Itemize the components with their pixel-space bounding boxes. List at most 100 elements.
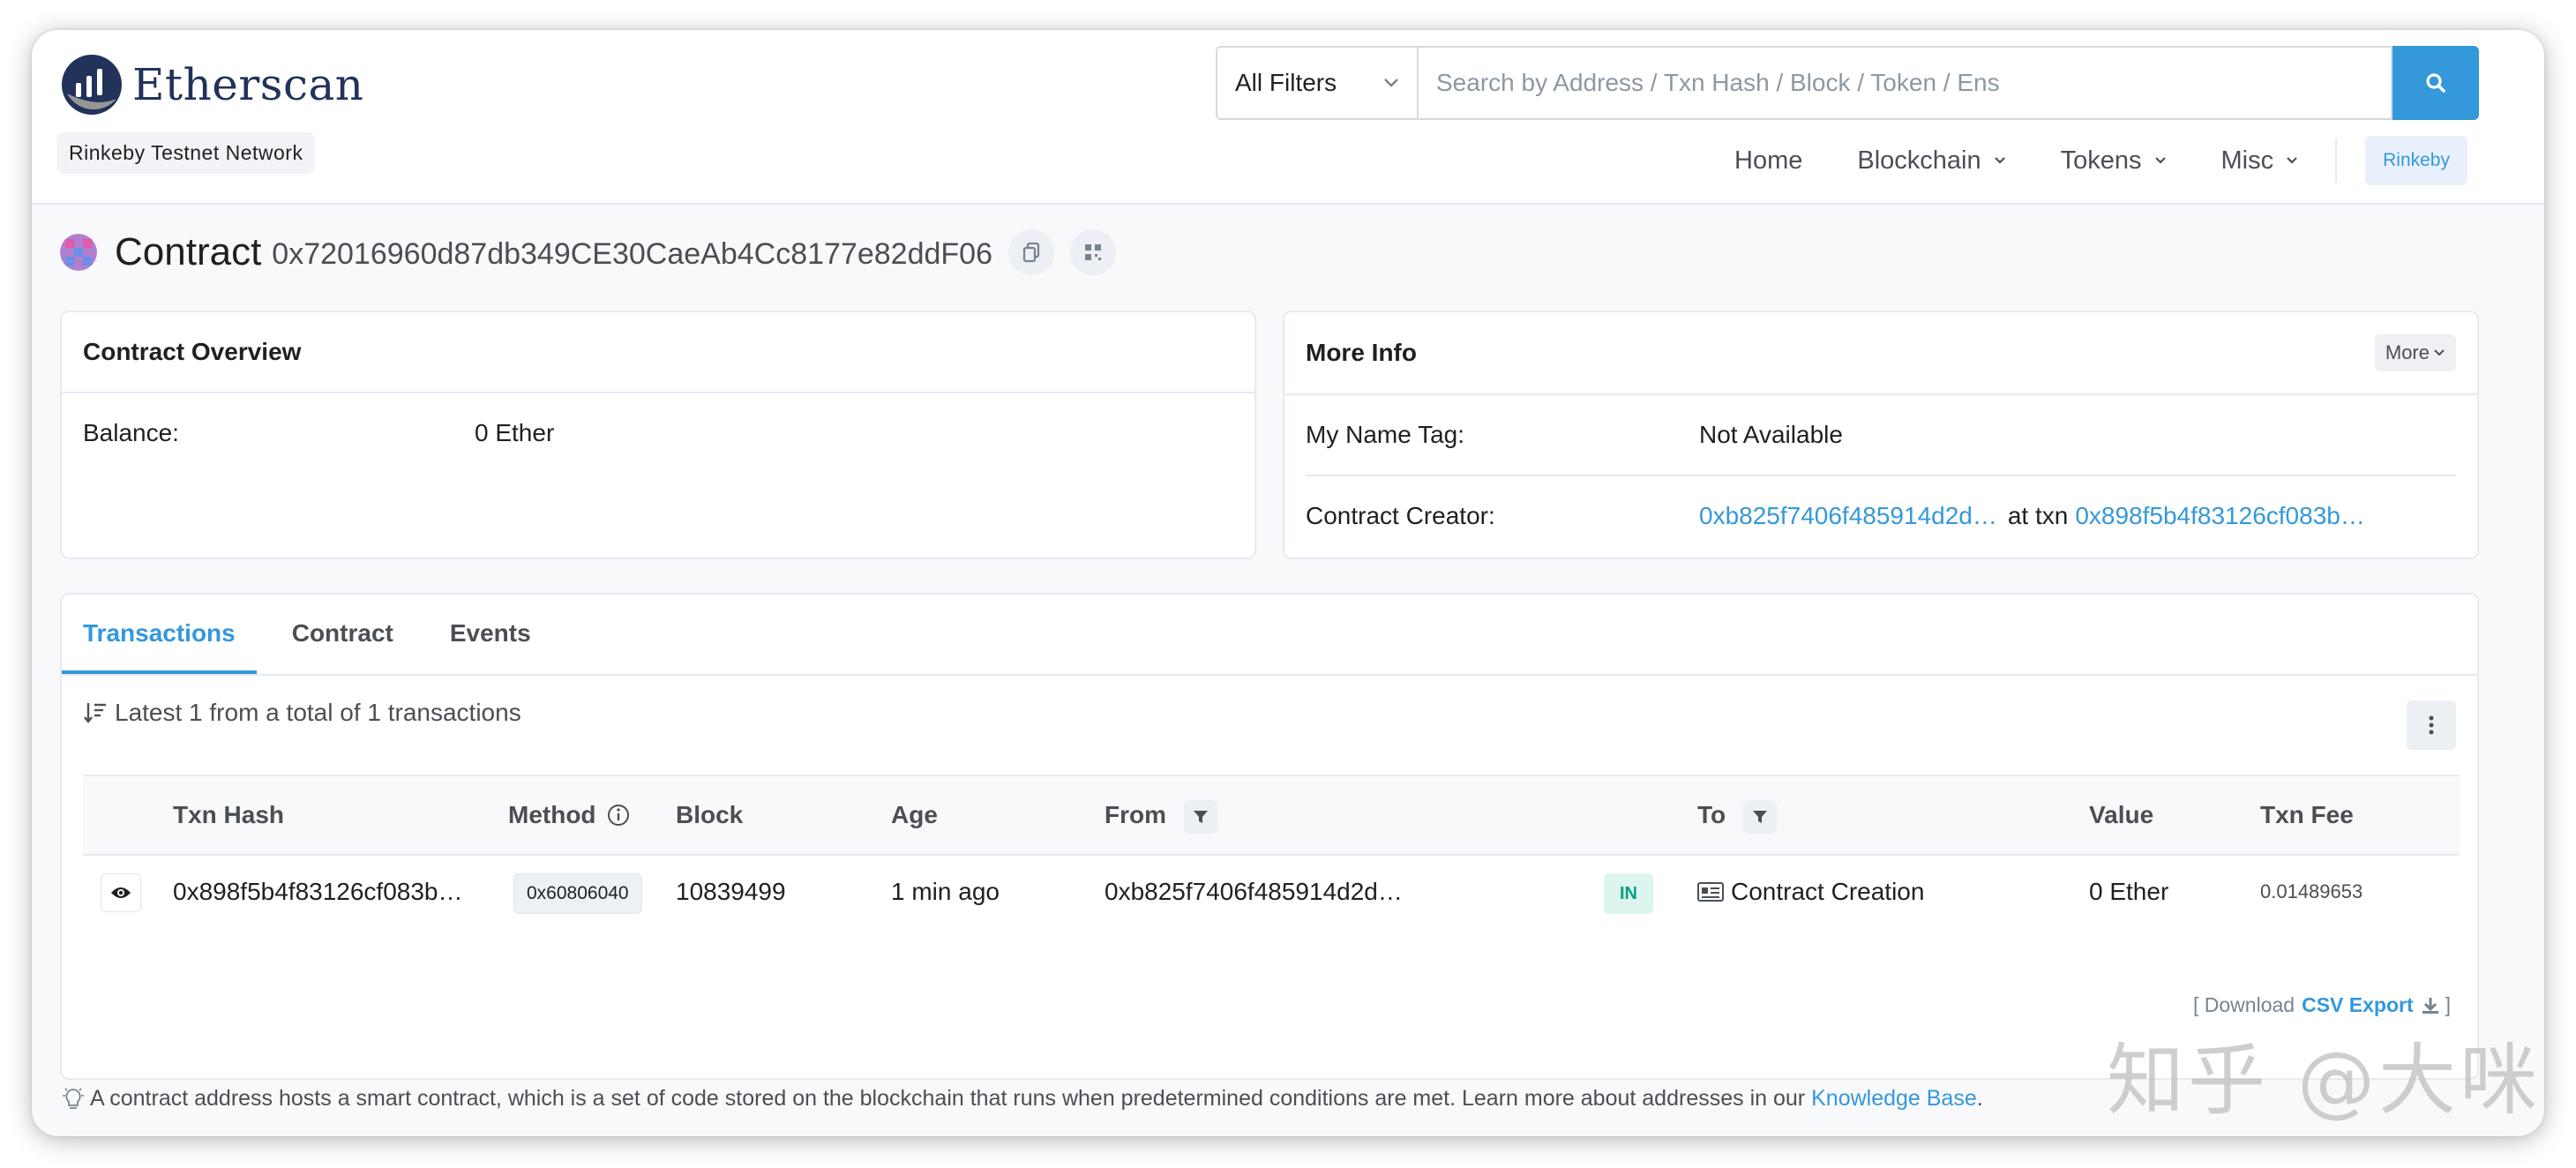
etherscan-logo-icon (62, 55, 122, 115)
network-badge: Rinkeby Testnet Network (56, 132, 316, 174)
footer-note: A contract address hosts a smart contrac… (60, 1085, 1983, 1112)
col-txn-fee[interactable]: Txn Fee (2260, 776, 2354, 854)
col-to-label: To (1697, 801, 1726, 828)
network-switch-button[interactable]: Rinkeby (2365, 136, 2467, 185)
txn-fee-amount: 0.01489653 (2260, 880, 2363, 902)
chevron-down-icon (1994, 157, 2005, 164)
search-icon (2426, 73, 2445, 93)
col-value: Value (2089, 801, 2154, 828)
etherscan-logo[interactable]: Etherscan (60, 53, 363, 116)
chevron-down-icon (2154, 157, 2166, 164)
balance-label: Balance: (83, 419, 179, 446)
direction-badge-label: IN (1604, 873, 1653, 914)
col-from: From (1105, 776, 1217, 854)
direction-badge: IN (1604, 873, 1653, 914)
at-txn-text: at txn (2007, 502, 2069, 529)
col-method-label: Method (508, 801, 596, 828)
transactions-card: Transactions Contract Events Latest 1 fr… (60, 593, 2479, 1080)
search-button[interactable] (2393, 46, 2479, 120)
nav-home-label: Home (1734, 146, 1803, 175)
logo-text: Etherscan (132, 59, 364, 110)
nav-tokens[interactable]: Tokens (2061, 146, 2167, 176)
kebab-menu-icon (2429, 715, 2434, 735)
sort-amount-down-icon (84, 703, 106, 723)
from-address-link[interactable]: 0xb825f7406f485914d2d… (1105, 854, 1403, 930)
nav-misc-label: Misc (2220, 146, 2274, 175)
txn-summary-text: Latest 1 from a total of 1 transactions (115, 699, 521, 726)
to-cell: Contract Creation (1697, 854, 1924, 930)
download-icon (2422, 997, 2438, 1014)
more-info-heading: More Info (1306, 339, 1417, 366)
main-nav: Home Blockchain Tokens Misc Rinkeby (1734, 136, 2467, 185)
csv-export-link[interactable]: CSV Export (2302, 993, 2414, 1017)
tab-bar: Transactions Contract Events (62, 595, 2477, 676)
txn-hash-link[interactable]: 0x898f5b4f83126cf083b… (173, 854, 463, 930)
col-age[interactable]: Age (891, 776, 938, 854)
txn-table-header: Txn Hash Method Block Age From To Value … (83, 775, 2460, 856)
nav-blockchain[interactable]: Blockchain (1857, 146, 2005, 176)
nav-tokens-label: Tokens (2060, 146, 2142, 175)
contract-creator-label: Contract Creator: (1306, 502, 1495, 529)
balance-row: Balance: 0 Ether (62, 393, 1254, 473)
block-link[interactable]: 10839499 (676, 854, 786, 930)
to-value: Contract Creation (1731, 878, 1925, 905)
creator-txn-link[interactable]: 0x898f5b4f83126cf083b… (2075, 502, 2365, 530)
qr-code-button[interactable] (1070, 229, 1116, 275)
watermark: 知乎 @大咪 (2107, 1035, 2541, 1126)
more-dropdown-button[interactable]: More (2374, 334, 2456, 371)
value-amount: 0 Ether (2089, 878, 2169, 905)
filter-select[interactable]: All Filters (1216, 46, 1417, 120)
more-info-header: More Info More (1284, 312, 2477, 395)
name-tag-row: My Name Tag: Not Available (1306, 395, 2456, 476)
contract-creator-address-link[interactable]: 0xb825f7406f485914d2d… (1699, 502, 1997, 530)
more-options-button[interactable] (2407, 700, 2456, 750)
from-filter-button[interactable] (1183, 799, 1217, 834)
chevron-down-icon (2287, 157, 2297, 164)
more-info-card: More Info More My Name Tag: Not Availabl… (1283, 311, 2479, 559)
to-filter-button[interactable] (1742, 799, 1777, 834)
page-title: Contract (115, 230, 262, 273)
more-button-label: More (2385, 341, 2430, 363)
lightbulb-icon (63, 1088, 84, 1109)
filter-select-label: All Filters (1235, 69, 1337, 96)
search-input[interactable] (1417, 46, 2393, 120)
contract-overview-title: Contract Overview (62, 312, 1254, 393)
nav-misc[interactable]: Misc (2221, 146, 2299, 176)
site-header: Etherscan Rinkeby Testnet Network All Fi… (32, 30, 2544, 205)
nav-blockchain-label: Blockchain (1857, 146, 1981, 175)
footer-note-text: A contract address hosts a smart contrac… (90, 1085, 1806, 1111)
contract-address: 0x72016960d87db349CE30CaeAb4Cc8177e82ddF… (272, 236, 992, 271)
download-prefix: [ Download (2193, 993, 2295, 1016)
col-to: To (1697, 776, 1777, 854)
browser-window: Etherscan Rinkeby Testnet Network All Fi… (32, 30, 2544, 1136)
tab-contract[interactable]: Contract (292, 619, 393, 674)
chevron-down-icon (2434, 349, 2445, 356)
col-from-label: From (1105, 801, 1166, 828)
knowledge-base-link[interactable]: Knowledge Base (1811, 1086, 1977, 1112)
method-badge: 0x60806040 (513, 873, 642, 914)
nav-divider (2335, 139, 2338, 183)
tab-transactions[interactable]: Transactions (62, 619, 257, 674)
filter-icon (1752, 810, 1767, 823)
search-bar: All Filters (1216, 46, 2479, 120)
copy-icon (1022, 242, 1040, 263)
name-tag-value: Not Available (1699, 421, 1843, 448)
method-badge-label: 0x60806040 (513, 873, 642, 914)
eye-icon (111, 887, 131, 898)
info-icon[interactable] (606, 803, 631, 827)
qr-code-icon (1085, 244, 1101, 260)
contract-identicon-icon (60, 234, 97, 271)
age-value: 1 min ago (891, 878, 1000, 905)
view-details-button[interactable] (101, 873, 141, 912)
chevron-down-icon (1384, 79, 1398, 87)
txn-summary: Latest 1 from a total of 1 transactions (83, 699, 521, 727)
table-row: 0x898f5b4f83126cf083b… 0x60806040 108394… (83, 854, 2460, 930)
copy-address-button[interactable] (1008, 229, 1054, 275)
nav-home[interactable]: Home (1734, 146, 1802, 176)
contract-overview-heading: Contract Overview (83, 338, 302, 365)
col-block: Block (676, 801, 744, 828)
footer-note-end: . (1976, 1085, 1983, 1111)
tab-events[interactable]: Events (450, 619, 531, 674)
contract-overview-card: Contract Overview Balance: 0 Ether (60, 311, 1256, 559)
contract-file-icon (1697, 882, 1724, 902)
